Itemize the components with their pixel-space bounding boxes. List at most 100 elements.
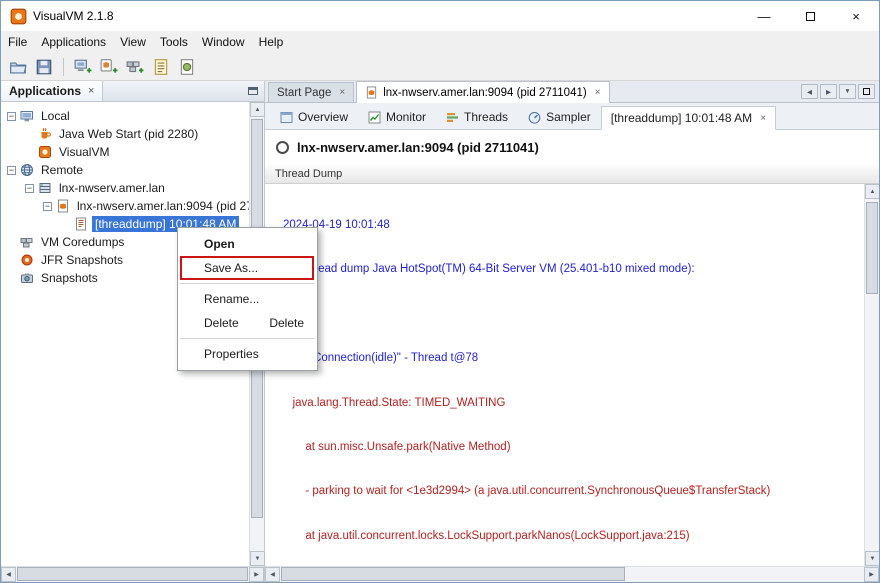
scroll-tabs-left-button[interactable]: ◀ [801, 84, 818, 99]
application-title: lnx-nwserv.amer.lan:9094 (pid 2711041) [297, 140, 539, 155]
thread-dump-text[interactable]: 2024-04-19 10:01:48 Full thread dump Jav… [265, 184, 864, 566]
tab-jmx-connection[interactable]: lnx-nwserv.amer.lan:9094 (pid 2711041) × [356, 81, 609, 103]
add-remote-host-icon [74, 58, 92, 76]
add-jmx-connection-button[interactable] [97, 55, 121, 79]
tab-close-icon[interactable]: × [339, 87, 345, 98]
menu-window[interactable]: Window [195, 32, 252, 52]
panel-close-icon[interactable]: × [88, 85, 94, 97]
maximize-button[interactable] [787, 1, 833, 31]
minimize-button[interactable]: — [741, 1, 787, 31]
tree-item-label: VM Coredumps [38, 234, 127, 250]
context-menu: Open Save As... Rename... Delete Delete … [177, 227, 318, 371]
tree-item-remote[interactable]: − Remote [1, 161, 249, 179]
tab-threaddump[interactable]: [threaddump] 10:01:48 AM × [601, 106, 776, 130]
collapse-handle-icon[interactable]: − [25, 184, 34, 193]
window-controls: — × [741, 1, 879, 31]
visualvm-window: VisualVM 2.1.8 — × File Applications Vie… [0, 0, 880, 583]
menu-item-properties[interactable]: Properties [178, 342, 317, 366]
jfr-icon [20, 253, 34, 267]
take-thread-dump-icon [152, 58, 170, 76]
save-snapshot-button[interactable] [32, 55, 56, 79]
editor-area: Start Page × lnx-nwserv.amer.lan:9094 (p… [265, 81, 879, 582]
menu-view[interactable]: View [113, 32, 153, 52]
tab-close-icon[interactable]: × [595, 87, 601, 98]
section-title: Thread Dump [275, 168, 342, 180]
menu-item-save-as[interactable]: Save As... [178, 256, 317, 280]
tab-monitor[interactable]: Monitor [358, 105, 436, 129]
tab-overview[interactable]: Overview [270, 105, 358, 129]
menu-item-rename[interactable]: Rename... [178, 287, 317, 311]
tree-item-remote-host[interactable]: − lnx-nwserv.amer.lan [1, 179, 249, 197]
scroll-up-button[interactable]: ▲ [865, 184, 880, 199]
scroll-right-button[interactable]: ▶ [864, 567, 879, 582]
add-remote-host-button[interactable] [71, 55, 95, 79]
menu-item-open[interactable]: Open [178, 232, 317, 256]
load-snapshot-button[interactable] [6, 55, 30, 79]
tab-sampler[interactable]: Sampler [518, 105, 601, 129]
tree-item-jmx-connection[interactable]: − lnx-nwserv.amer.lan:9094 (pid 2711041) [1, 197, 249, 215]
scrollbar-track[interactable] [865, 199, 879, 551]
application-ring-icon [276, 141, 289, 154]
minimize-panel-icon [248, 87, 258, 95]
add-vm-coredump-button[interactable] [123, 55, 147, 79]
menu-file[interactable]: File [1, 32, 34, 52]
scroll-down-button[interactable]: ▼ [250, 551, 265, 566]
tab-list-button[interactable]: ▼ [839, 84, 856, 99]
close-button[interactable]: × [833, 1, 879, 31]
thread-dump-area: 2024-04-19 10:01:48 Full thread dump Jav… [265, 184, 879, 566]
coredump-icon [20, 235, 34, 249]
dump-vertical-scrollbar[interactable]: ▲ ▼ [864, 184, 879, 566]
tab-start-page[interactable]: Start Page × [268, 82, 354, 102]
maximize-view-icon [863, 88, 870, 95]
dump-horizontal-scrollbar[interactable]: ◀ ▶ [265, 566, 879, 582]
menu-separator [180, 338, 315, 339]
scroll-right-button[interactable]: ▶ [249, 567, 264, 582]
take-thread-dump-button[interactable] [149, 55, 173, 79]
server-icon [38, 181, 52, 195]
dump-line: "TCP Connection(idle)" - Thread t@78 [283, 350, 864, 366]
menu-applications[interactable]: Applications [34, 32, 113, 52]
tree-item-visualvm[interactable]: − VisualVM [1, 143, 249, 161]
minimize-panel-button[interactable] [242, 81, 264, 101]
panel-header-filler [103, 81, 242, 101]
titlebar[interactable]: VisualVM 2.1.8 — × [1, 1, 879, 31]
tab-label: Overview [298, 110, 348, 124]
scroll-down-button[interactable]: ▼ [865, 551, 880, 566]
applications-panel-header: Applications × [1, 81, 264, 102]
tab-bar-controls: ◀ ▶ ▼ [801, 84, 879, 102]
scroll-left-button[interactable]: ◀ [265, 567, 280, 582]
tree-item-label: Local [38, 108, 73, 124]
scrollbar-thumb[interactable] [281, 567, 625, 581]
view-tab-bar: Overview Monitor Threads [265, 103, 879, 130]
dump-line: java.lang.Thread.State: TIMED_WAITING [283, 395, 864, 411]
tab-label: [threaddump] 10:01:48 AM [611, 111, 752, 125]
tab-close-icon[interactable]: × [760, 113, 766, 124]
dump-line: 2024-04-19 10:01:48 [283, 217, 864, 233]
scroll-up-button[interactable]: ▲ [250, 102, 265, 117]
menu-help[interactable]: Help [252, 32, 291, 52]
sidebar-horizontal-scrollbar[interactable]: ◀ ▶ [1, 566, 264, 582]
collapse-handle-icon[interactable]: − [7, 112, 16, 121]
scrollbar-thumb[interactable] [866, 202, 878, 294]
menubar: File Applications View Tools Window Help [1, 31, 879, 53]
take-heap-dump-button[interactable] [175, 55, 199, 79]
applications-panel-tab[interactable]: Applications × [1, 81, 103, 101]
menu-item-delete[interactable]: Delete Delete [178, 311, 317, 335]
collapse-handle-icon[interactable]: − [43, 202, 52, 211]
add-jmx-connection-icon [100, 58, 118, 76]
arrow-right-icon: ▶ [254, 571, 259, 578]
menu-tools[interactable]: Tools [153, 32, 195, 52]
minimize-icon: — [758, 9, 771, 24]
tree-item-java-web-start[interactable]: − Java Web Start (pid 2280) [1, 125, 249, 143]
scroll-tabs-right-button[interactable]: ▶ [820, 84, 837, 99]
jvm-application-icon [56, 199, 70, 213]
jvm-application-icon [365, 86, 378, 99]
applications-panel-title: Applications [9, 84, 81, 98]
scrollbar-thumb[interactable] [17, 567, 248, 581]
collapse-handle-icon[interactable]: − [7, 166, 16, 175]
scroll-left-button[interactable]: ◀ [1, 567, 16, 582]
tab-threads[interactable]: Threads [436, 105, 518, 129]
tree-item-local[interactable]: − Local [1, 107, 249, 125]
tree-item-label: VisualVM [56, 144, 112, 160]
maximize-view-button[interactable] [858, 84, 875, 99]
